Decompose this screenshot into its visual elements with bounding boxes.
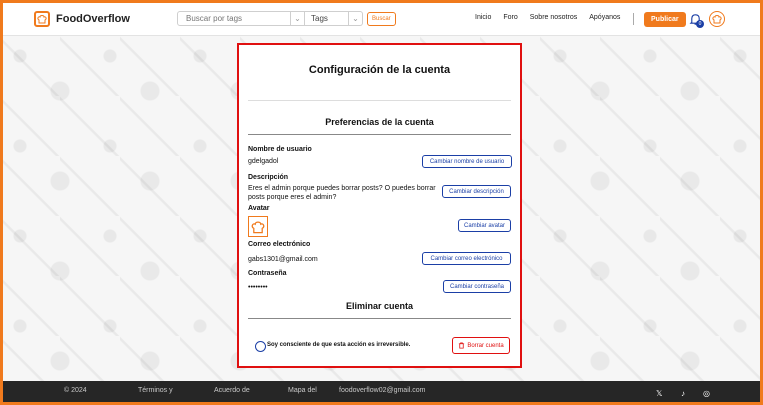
user-avatar[interactable] — [709, 11, 725, 27]
search-dropdown-chevron-icon[interactable]: ⌄ — [291, 11, 305, 26]
account-settings-card: Configuración de la cuenta Preferencias … — [237, 43, 522, 368]
nav-item-apoyanos[interactable]: Apóyanos — [589, 14, 620, 21]
description-value: Eres el admin porque puedes borrar posts… — [248, 185, 436, 201]
delete-account-label: Borrar cuenta — [467, 342, 504, 349]
nav-item-foro[interactable]: Foro — [503, 14, 517, 21]
divider — [248, 100, 511, 101]
search-button[interactable]: Buscar — [367, 11, 396, 26]
footer-copyright: © 2024 — [64, 387, 87, 394]
chef-hat-icon — [251, 220, 265, 233]
footer-email[interactable]: foodoverflow02@gmail.com — [339, 387, 425, 394]
avatar-image — [248, 216, 268, 237]
description-label: Descripción — [248, 174, 289, 181]
delete-account-title: Eliminar cuenta — [345, 301, 414, 311]
tags-select[interactable]: Tags — [305, 11, 349, 26]
username-label: Nombre de usuario — [248, 146, 312, 153]
tags-chevron-icon[interactable]: ⌄ — [349, 11, 363, 26]
page-title: Configuración de la cuenta — [308, 64, 451, 76]
tiktok-icon[interactable]: ♪ — [681, 389, 685, 398]
email-value: gabs1301@gmail.com — [248, 256, 318, 263]
footer-agreement-link[interactable]: Acuerdo de — [214, 387, 250, 394]
brand-logo[interactable]: FoodOverflow — [34, 11, 130, 27]
change-password-button[interactable]: Cambiar contraseña — [443, 280, 511, 293]
x-twitter-icon[interactable]: 𝕏 — [656, 389, 662, 398]
change-avatar-button[interactable]: Cambiar avatar — [458, 219, 511, 232]
delete-account-button[interactable]: Borrar cuenta — [452, 337, 510, 354]
chef-hat-icon — [34, 11, 50, 27]
publish-button[interactable]: Publicar — [644, 12, 686, 27]
password-label: Contraseña — [248, 270, 287, 277]
search-input[interactable] — [177, 11, 291, 26]
change-username-button[interactable]: Cambiar nombre de usuario — [422, 155, 512, 168]
change-description-button[interactable]: Cambiar descripción — [442, 185, 511, 198]
brand-name: FoodOverflow — [56, 13, 130, 25]
divider — [248, 134, 511, 135]
change-email-button[interactable]: Cambiar correo electrónico — [422, 252, 511, 265]
footer: © 2024 Términos y Acuerdo de Mapa del fo… — [3, 381, 760, 402]
username-value: gdelgadol — [248, 158, 279, 165]
footer-sitemap-link[interactable]: Mapa del — [288, 387, 317, 394]
chef-hat-icon — [712, 15, 722, 24]
main-nav: Inicio Foro Sobre nosotros Apóyanos — [475, 14, 632, 21]
footer-terms-link[interactable]: Términos y — [138, 387, 173, 394]
trash-icon — [459, 342, 465, 349]
nav-item-sobre-nosotros[interactable]: Sobre nosotros — [530, 14, 577, 21]
nav-item-inicio[interactable]: Inicio — [475, 14, 491, 21]
preferences-title: Preferencias de la cuenta — [325, 117, 434, 127]
notification-badge: 0 — [696, 20, 704, 28]
consent-label: Soy consciente de que esta acción es irr… — [267, 342, 411, 348]
search-bar: ⌄ Tags ⌄ Buscar — [177, 11, 396, 26]
password-value: •••••••• — [248, 284, 268, 291]
avatar-label: Avatar — [248, 205, 270, 212]
instagram-icon[interactable]: ◎ — [703, 389, 710, 398]
consent-checkbox[interactable] — [255, 341, 266, 352]
top-navbar: FoodOverflow ⌄ Tags ⌄ Buscar Inicio Foro… — [3, 3, 760, 36]
divider — [248, 318, 511, 319]
nav-divider — [633, 13, 634, 25]
email-label: Correo electrónico — [248, 241, 311, 248]
